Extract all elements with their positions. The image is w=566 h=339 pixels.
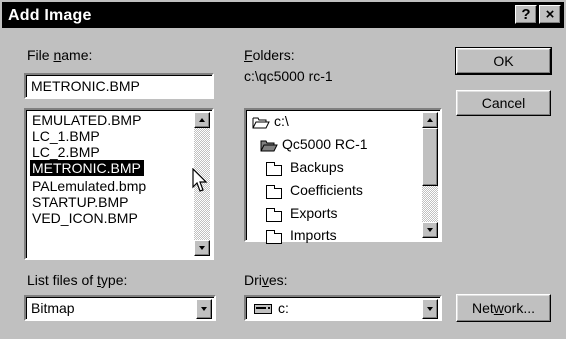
arrow-up-icon [199, 118, 205, 122]
scroll-thumb[interactable] [422, 128, 438, 186]
folder-tree[interactable]: c:\ Qc5000 RC-1 Backups Coefficients Exp… [244, 108, 442, 244]
drives-value: c: [278, 300, 289, 316]
scroll-down-button[interactable] [194, 240, 210, 256]
folder-icon [266, 230, 282, 244]
file-name-value: METRONIC.BMP [31, 78, 140, 94]
file-list[interactable]: EMULATED.BMP LC_1.BMP LC_2.BMP METRONIC.… [24, 108, 214, 260]
drives-label: Drives: [244, 272, 288, 288]
ok-button[interactable]: OK [455, 47, 552, 75]
file-type-dropdown-button[interactable] [196, 299, 212, 319]
close-button[interactable]: × [539, 5, 561, 24]
scroll-up-button[interactable] [194, 112, 210, 128]
mouse-cursor-icon [192, 168, 208, 192]
file-name-label: File name: [27, 47, 93, 63]
chevron-down-icon [427, 307, 433, 311]
file-type-label: List files of type: [27, 272, 128, 288]
file-name-input[interactable]: METRONIC.BMP [24, 73, 214, 99]
chevron-down-icon [201, 307, 207, 311]
file-item[interactable]: LC_2.BMP [30, 144, 149, 160]
current-folder-path: c:\qc5000 rc-1 [244, 68, 333, 84]
folder-icon [266, 208, 282, 222]
drives-dropdown-button[interactable] [422, 299, 438, 319]
help-button[interactable]: ? [515, 5, 537, 24]
title-bar[interactable]: Add Image ? × [2, 2, 564, 28]
scroll-up-button[interactable] [422, 112, 438, 128]
file-item[interactable]: VED_ICON.BMP [30, 210, 149, 226]
file-item[interactable]: EMULATED.BMP [30, 112, 149, 128]
scroll-down-button[interactable] [422, 222, 438, 238]
arrow-up-icon [427, 118, 433, 122]
file-type-select[interactable]: Bitmap [24, 295, 216, 321]
arrow-down-icon [199, 246, 205, 250]
cancel-button[interactable]: Cancel [456, 90, 551, 116]
folder-tree-scrollbar[interactable] [422, 112, 438, 238]
hard-drive-icon [254, 304, 272, 314]
add-image-dialog: Add Image ? × File name: METRONIC.BMP EM… [0, 0, 566, 339]
file-item-selected[interactable]: METRONIC.BMP [30, 160, 144, 176]
open-folder-icon [252, 117, 270, 129]
file-item[interactable]: STARTUP.BMP [30, 194, 149, 210]
file-item[interactable]: LC_1.BMP [30, 128, 149, 144]
open-folder-icon [260, 140, 278, 152]
network-button[interactable]: Network... [456, 294, 551, 322]
file-item[interactable]: PALemulated.bmp [30, 178, 149, 194]
arrow-down-icon [427, 228, 433, 232]
folder-icon [266, 162, 282, 176]
file-type-value: Bitmap [31, 300, 75, 316]
folder-icon [266, 185, 282, 199]
drives-select[interactable]: c: [244, 295, 442, 321]
window-title: Add Image [8, 7, 92, 24]
folders-label: Folders: [244, 47, 295, 63]
